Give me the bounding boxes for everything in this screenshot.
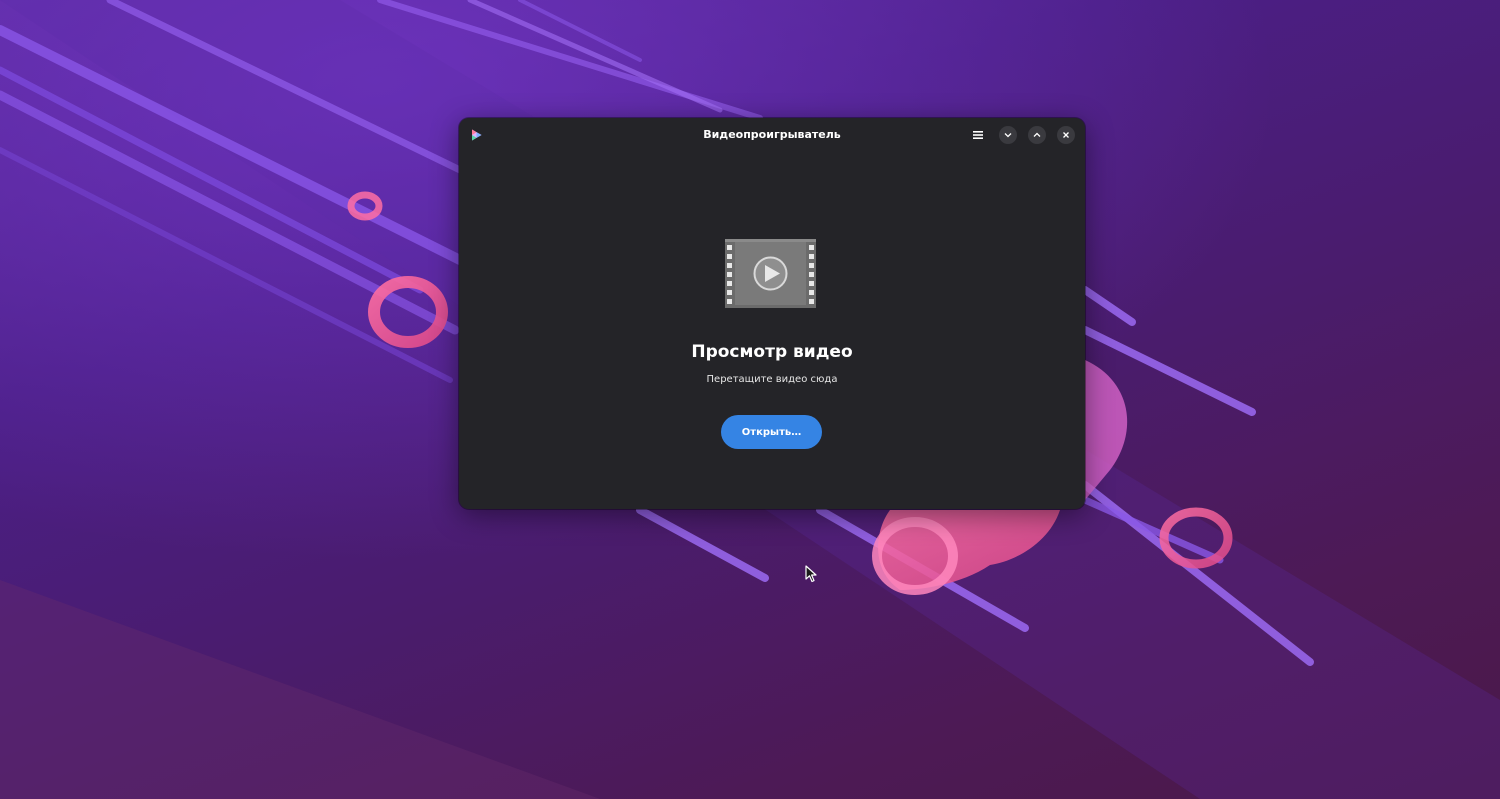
empty-state-subtitle: Перетащите видео сюда xyxy=(706,374,838,385)
open-button[interactable]: Открыть… xyxy=(721,415,822,449)
chevron-down-icon xyxy=(1004,133,1012,138)
video-film-icon xyxy=(725,239,816,308)
window-title: Видеопроигрыватель xyxy=(703,128,841,141)
main-menu-button[interactable] xyxy=(968,125,988,145)
empty-state: Просмотр видео Перетащите видео сюда Отк… xyxy=(459,152,1085,509)
close-icon xyxy=(1063,132,1069,138)
hamburger-menu-icon xyxy=(973,131,983,139)
minimize-button[interactable] xyxy=(999,126,1017,144)
close-button[interactable] xyxy=(1057,126,1075,144)
maximize-button[interactable] xyxy=(1028,126,1046,144)
empty-state-heading: Просмотр видео xyxy=(691,342,853,362)
chevron-up-icon xyxy=(1033,132,1041,137)
mouse-pointer-icon xyxy=(805,565,817,583)
headerbar: Видеопроигрыватель xyxy=(459,118,1085,152)
video-player-window: Видеопроигрыватель Просмотр видео Перета… xyxy=(459,118,1085,509)
